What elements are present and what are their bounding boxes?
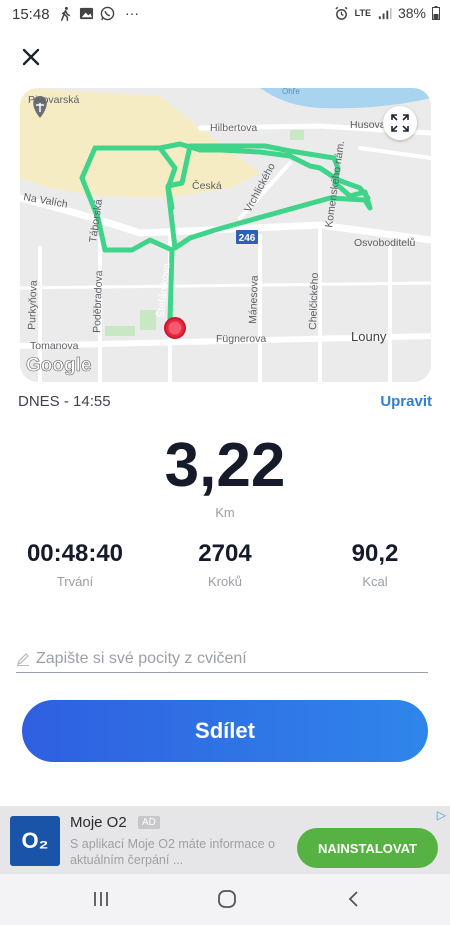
map-label-louny: Louny [351, 329, 387, 344]
gallery-icon [79, 7, 94, 19]
home-button[interactable] [212, 886, 242, 912]
ad-banner[interactable]: O₂ Moje O2 AD S aplikací Moje O2 máte in… [0, 806, 450, 874]
road-number-label: 246 [239, 233, 256, 244]
distance-value: 3,22 [164, 431, 286, 500]
network-type: LTE [354, 8, 371, 18]
edit-button[interactable]: Upravit [380, 393, 432, 410]
map-label-husova: Husova [350, 119, 386, 131]
map-label-fugnerova: Fügnerova [216, 333, 266, 345]
adchoices-icon[interactable]: ▷ [437, 808, 446, 822]
back-icon [348, 891, 358, 907]
signal-icon [378, 7, 392, 19]
map-label-pivovarska: Pivovarská [28, 94, 80, 106]
pencil-icon [17, 653, 29, 666]
ad-description: S aplikací Moje O2 máte informace o aktu… [70, 837, 275, 867]
status-icons-right: LTE 38% [334, 5, 440, 21]
stat-calories: 90,2 Kcal [300, 540, 450, 589]
close-button[interactable] [16, 42, 46, 72]
back-button[interactable] [338, 886, 368, 912]
expand-map-button[interactable] [383, 106, 417, 140]
map-label-ohre: Ohře [282, 88, 300, 96]
stat-label: Kroků [208, 574, 242, 589]
stat-value: 90,2 [351, 540, 399, 567]
map-label-osvoboditelu: Osvoboditelů [354, 237, 415, 249]
share-button[interactable]: Sdílet [22, 700, 428, 762]
stat-duration: 00:48:40 Trvání [0, 540, 150, 589]
google-logo: Google [26, 355, 91, 376]
home-icon [218, 890, 236, 908]
stat-label: Kcal [362, 574, 388, 589]
whatsapp-icon [100, 6, 115, 20]
battery-percent: 38% [397, 5, 426, 21]
stat-label: Trvání [56, 574, 94, 589]
map-label-tomanova: Tomanova [30, 340, 79, 352]
distance-unit: Km [215, 505, 235, 520]
system-nav-bar [0, 874, 450, 925]
activity-date: DNES - 14:55 [18, 393, 111, 410]
stat-value: 00:48:40 [26, 540, 124, 567]
feeling-placeholder: Zapište si své pocity z cvičení [36, 650, 247, 667]
stat-steps: 2704 Kroků [150, 540, 300, 589]
map-label-manesova: Mánesova [247, 275, 261, 324]
map-label-chelcickeho: Chelčického [307, 272, 321, 330]
recent-apps-button[interactable] [86, 886, 116, 912]
ad-title: Moje O2 [70, 814, 127, 831]
ad-badge: AD [138, 816, 160, 829]
close-icon [22, 48, 40, 66]
map-label-hilbertova: Hilbertova [210, 122, 257, 134]
walking-icon [61, 6, 70, 21]
route-map[interactable]: 246 Pivovarská Ohře Hilbertova Husova Če… [20, 88, 431, 382]
status-bar: 15:48 ··· LTE 38% [0, 0, 450, 28]
o2-logo: O₂ [10, 816, 60, 866]
more-notifications-icon: ··· [125, 5, 139, 21]
recent-apps-icon [94, 892, 108, 906]
status-time: 15:48 [12, 6, 50, 23]
map-label-purkynova: Purkyňova [26, 280, 40, 330]
status-icons-left: ··· [58, 5, 139, 21]
alarm-icon [335, 6, 348, 20]
feeling-input[interactable]: Zapište si své pocity z cvičení [16, 646, 428, 673]
battery-icon [432, 6, 440, 20]
expand-icon [391, 114, 409, 132]
map-label-podebradova: Poděbradova [91, 270, 105, 333]
install-button[interactable]: NAINSTALOVAT [297, 828, 438, 868]
stat-value: 2704 [198, 540, 252, 567]
map-label-ceska: Česká [192, 179, 222, 192]
